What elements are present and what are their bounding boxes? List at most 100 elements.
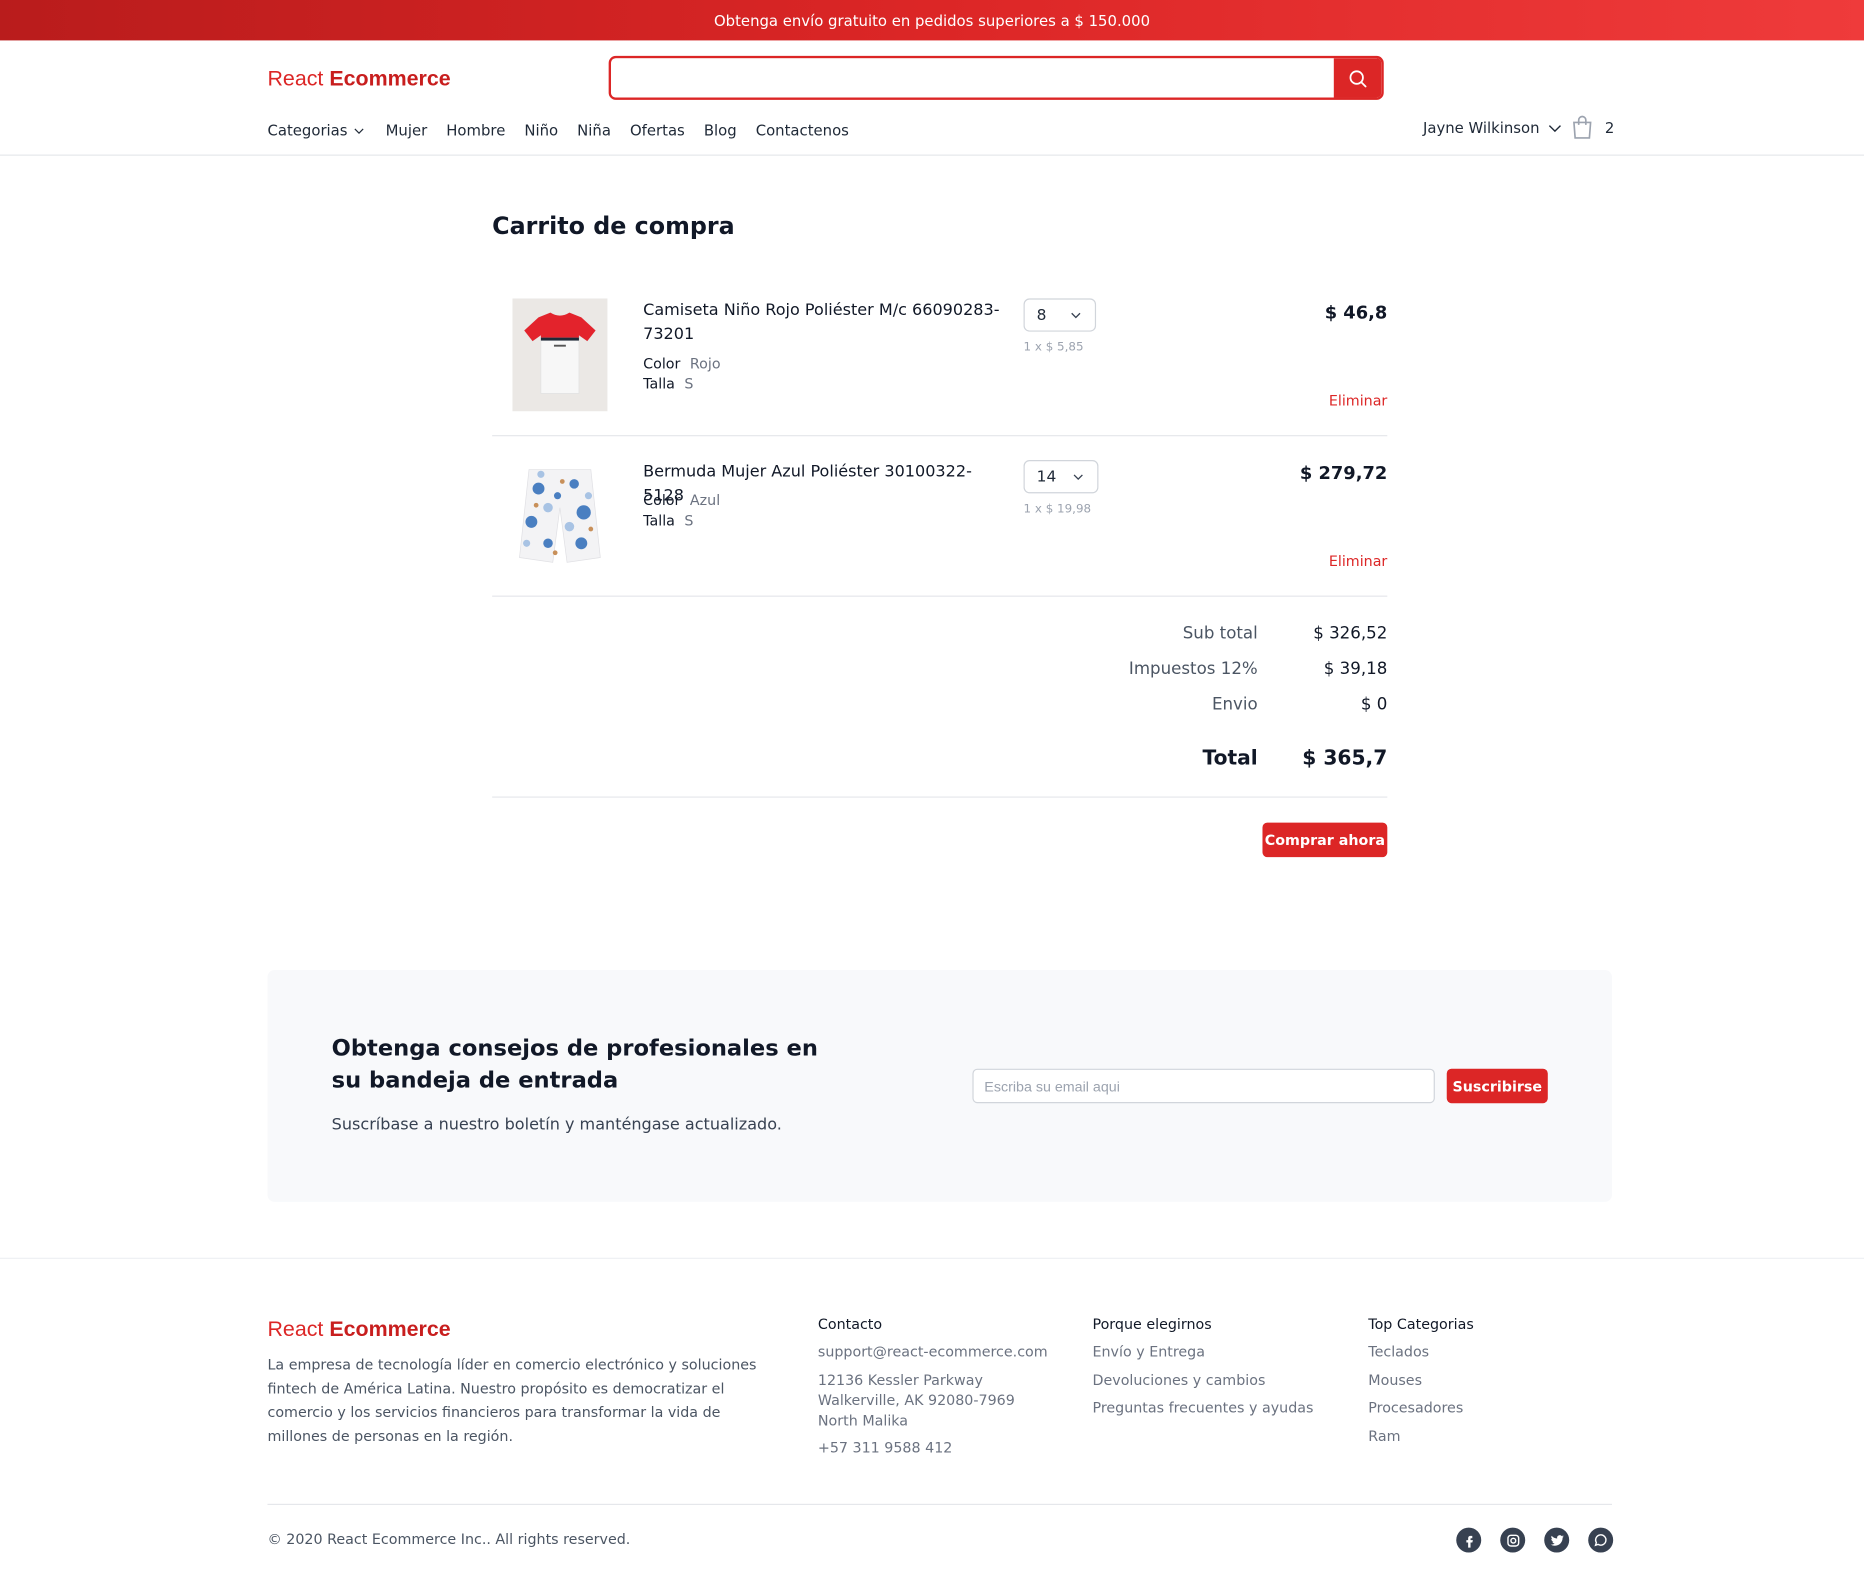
nav-item-label: Categorias — [267, 121, 348, 140]
line-price: $ 46,8 — [1324, 301, 1388, 324]
footer-link[interactable]: Envío y Entrega — [1092, 1342, 1342, 1362]
footer-bottom-divider — [267, 1503, 1612, 1505]
product-size: Talla S — [643, 374, 693, 394]
promo-text: Obtenga envío gratuito en pedidos superi… — [713, 11, 1151, 30]
logo-bold-text: Ecommerce — [329, 1317, 451, 1341]
twitter-glyph — [1550, 1534, 1564, 1546]
footer-logo[interactable]: React Ecommerce — [267, 1317, 450, 1342]
color-label: Color — [643, 492, 681, 509]
nav-item-mujer[interactable]: Mujer — [386, 121, 428, 139]
footer-heading: Top Categorias — [1368, 1315, 1474, 1333]
footer-top-categories: Top Categorias Teclados Mouses Procesado… — [1368, 1316, 1606, 1454]
newsletter-title: Obtenga consejos de profesionales en su … — [331, 1035, 818, 1094]
footer-link[interactable]: Devoluciones y cambios — [1092, 1370, 1342, 1390]
buy-now-button[interactable]: Comprar ahora — [1262, 822, 1388, 858]
twitter-icon[interactable] — [1544, 1527, 1570, 1553]
newsletter-subtitle: Suscríbase a nuestro boletín y manténgas… — [331, 1115, 782, 1135]
instagram-glyph — [1506, 1534, 1519, 1547]
footer-why: Porque elegirnos Envío y Entrega Devoluc… — [1092, 1316, 1342, 1426]
footer-link[interactable]: Teclados — [1368, 1342, 1606, 1362]
total-label: Total — [1202, 746, 1258, 771]
main-nav: Categorias Mujer Hombre Niño Niña Oferta… — [267, 121, 848, 139]
whatsapp-glyph — [1594, 1534, 1607, 1547]
tax-label: Impuestos 12% — [1128, 659, 1258, 679]
user-menu[interactable]: Jayne Wilkinson — [1423, 119, 1563, 137]
unit-price: 1 x $ 19,98 — [1023, 502, 1092, 516]
newsletter-email-input[interactable] — [972, 1068, 1435, 1104]
search-button[interactable] — [1333, 58, 1382, 98]
facebook-glyph — [1465, 1535, 1473, 1548]
nav-item-nina[interactable]: Niña — [577, 121, 611, 139]
logo-bold-text: Ecommerce — [329, 66, 451, 91]
quantity-select[interactable]: 8 — [1023, 298, 1097, 332]
quantity-value: 8 — [1036, 306, 1047, 324]
quantity-select[interactable]: 14 — [1023, 460, 1099, 494]
logo-light-text: React — [267, 66, 324, 91]
unit-price: 1 x $ 5,85 — [1023, 341, 1084, 355]
footer-heading: Contacto — [817, 1315, 883, 1333]
whatsapp-icon[interactable] — [1588, 1527, 1614, 1553]
nav-item-ofertas[interactable]: Ofertas — [630, 121, 685, 139]
nav-item-hombre[interactable]: Hombre — [446, 121, 505, 139]
search-bar — [608, 55, 1384, 100]
subscribe-button[interactable]: Suscribirse — [1446, 1068, 1548, 1104]
contact-phone[interactable]: +57 311 9588 412 — [818, 1438, 1056, 1458]
remove-button[interactable]: Eliminar — [1329, 392, 1387, 409]
footer-link[interactable]: Mouses — [1368, 1370, 1606, 1390]
promo-banner: Obtenga envío gratuito en pedidos superi… — [0, 0, 1864, 41]
instagram-icon[interactable] — [1500, 1527, 1526, 1553]
shipping-value: $ 0 — [1360, 695, 1388, 715]
summary-divider — [492, 796, 1388, 798]
facebook-icon[interactable] — [1456, 1527, 1482, 1553]
size-label: Talla — [643, 375, 675, 393]
remove-button[interactable]: Eliminar — [1329, 553, 1387, 570]
footer-heading: Porque elegirnos — [1092, 1315, 1212, 1333]
chevron-down-icon — [354, 127, 365, 134]
footer-contact: Contacto support@react-ecommerce.com 121… — [818, 1316, 1056, 1466]
product-name[interactable]: Camiseta Niño Rojo Poliéster M/c 6609028… — [643, 298, 1000, 346]
cart-count: 2 — [1604, 118, 1615, 137]
cart-button[interactable]: 2 — [1572, 115, 1615, 139]
line-price: $ 279,72 — [1299, 462, 1388, 484]
shipping-label: Envio — [1211, 695, 1258, 715]
nav-item-categorias[interactable]: Categorias — [267, 121, 366, 139]
product-color: Color Rojo — [643, 354, 720, 374]
footer-link[interactable]: Preguntas frecuentes y ayudas — [1092, 1398, 1342, 1418]
footer-divider — [0, 1257, 1864, 1259]
newsletter-panel: Obtenga consejos de profesionales en su … — [267, 970, 1612, 1202]
nav-item-blog[interactable]: Blog — [704, 121, 737, 139]
search-input[interactable] — [611, 58, 1334, 98]
product-image-shorts — [512, 460, 608, 573]
copyright: © 2020 React Ecommerce Inc.. All rights … — [267, 1531, 631, 1548]
shopping-bag-icon — [1573, 115, 1592, 139]
chevron-down-icon — [1073, 474, 1083, 481]
product-size: Talla S — [643, 511, 693, 531]
page: Obtenga envío gratuito en pedidos superi… — [0, 0, 1864, 1576]
size-value: S — [684, 375, 694, 393]
quantity-value: 14 — [1036, 467, 1057, 486]
logo-light-text: React — [267, 1317, 324, 1341]
size-value: S — [684, 512, 694, 530]
color-value: Azul — [689, 492, 721, 509]
nav-item-contactenos[interactable]: Contactenos — [756, 121, 849, 139]
tax-value: $ 39,18 — [1323, 659, 1388, 679]
footer-link[interactable]: Ram — [1368, 1426, 1606, 1446]
subtotal-label: Sub total — [1182, 624, 1258, 644]
page-title: Carrito de compra — [492, 211, 735, 241]
site-header: React Ecommerce Categorias Mujer Hombre … — [0, 40, 1864, 156]
cart-item: Camiseta Niño Rojo Poliéster M/c 6609028… — [492, 281, 1388, 437]
product-image-tshirt — [512, 298, 608, 412]
contact-email[interactable]: support@react-ecommerce.com — [818, 1342, 1056, 1362]
contact-address: 12136 Kessler Parkway Walkerville, AK 92… — [817, 1371, 1015, 1429]
color-label: Color — [643, 355, 681, 373]
nav-item-nino[interactable]: Niño — [524, 121, 558, 139]
chevron-down-icon — [1548, 124, 1562, 132]
footer-link[interactable]: Procesadores — [1368, 1398, 1606, 1418]
size-label: Talla — [643, 512, 675, 530]
total-value: $ 365,7 — [1302, 746, 1388, 771]
product-color: Color Azul — [643, 491, 720, 511]
logo[interactable]: React Ecommerce — [267, 67, 450, 92]
subtotal-value: $ 326,52 — [1313, 624, 1388, 644]
search-icon — [1349, 69, 1367, 87]
cart-item: Bermuda Mujer Azul Poliéster 30100322-51… — [492, 436, 1388, 597]
